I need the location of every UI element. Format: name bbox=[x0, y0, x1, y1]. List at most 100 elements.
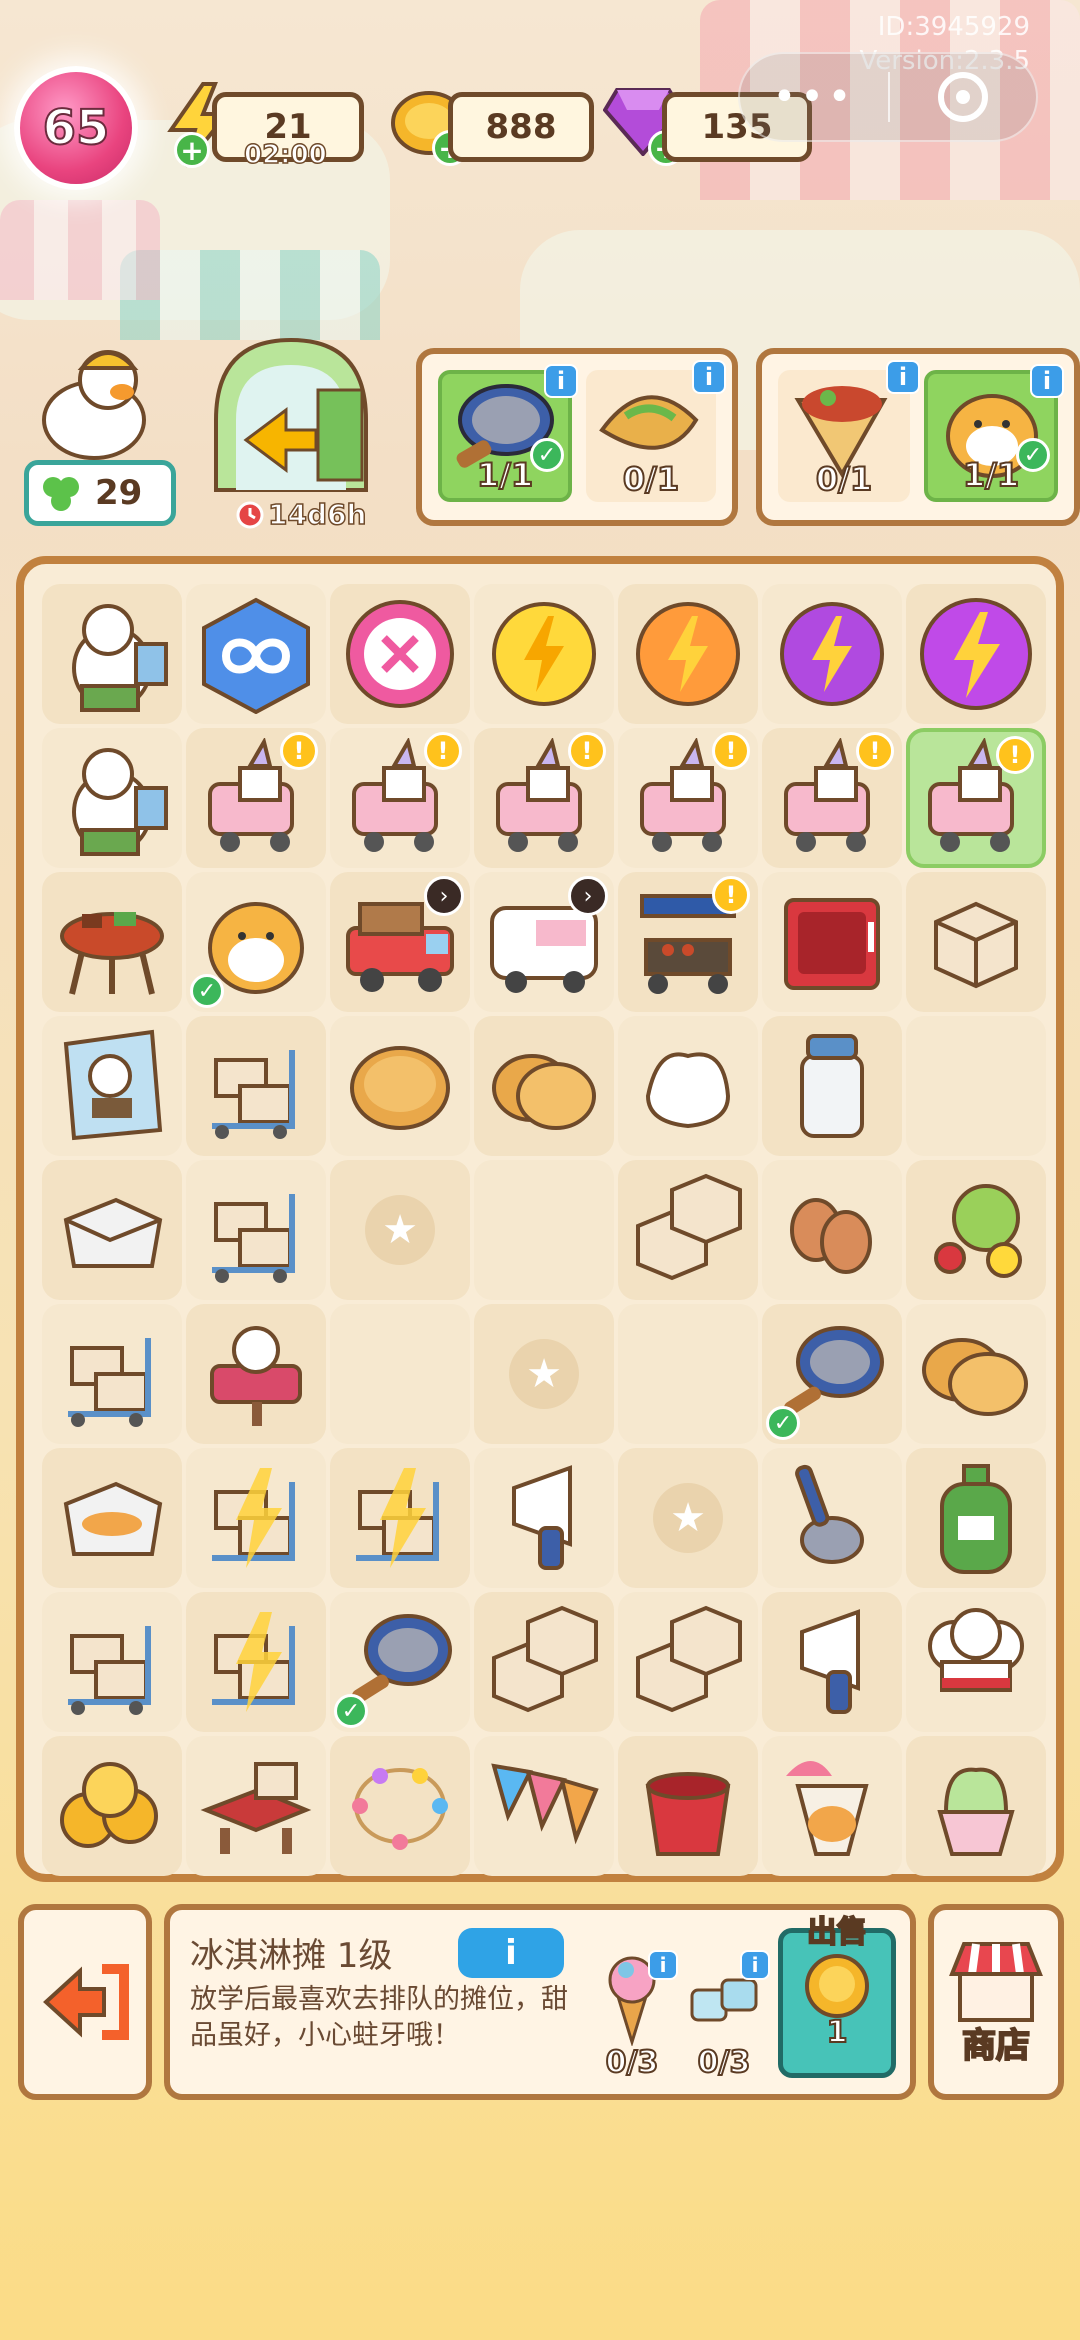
board-cell[interactable] bbox=[618, 1592, 758, 1732]
board-cell[interactable] bbox=[330, 584, 470, 724]
order-ready-check-icon: ✓ bbox=[190, 974, 224, 1008]
board-cell[interactable] bbox=[42, 1592, 182, 1732]
board-cell[interactable] bbox=[186, 1160, 326, 1300]
board-cell[interactable]: ! bbox=[762, 728, 902, 868]
board-cell[interactable] bbox=[186, 1448, 326, 1588]
order-info-button[interactable]: i bbox=[886, 360, 920, 394]
board-cell[interactable] bbox=[42, 1736, 182, 1876]
order-slot-tiger-plush[interactable]: i ✓ 1/1 bbox=[924, 364, 1064, 502]
board-cell[interactable]: › bbox=[474, 872, 614, 1012]
board-cell[interactable]: ★ bbox=[474, 1304, 614, 1444]
board-cell[interactable] bbox=[42, 1160, 182, 1300]
board-cell[interactable] bbox=[906, 1448, 1046, 1588]
board-cell[interactable] bbox=[906, 872, 1046, 1012]
board-cell[interactable] bbox=[762, 1160, 902, 1300]
fruit-pile-icon bbox=[916, 1170, 1036, 1290]
board-cell[interactable] bbox=[474, 1592, 614, 1732]
board-cell[interactable] bbox=[618, 1016, 758, 1156]
board-cell[interactable] bbox=[618, 1304, 758, 1444]
locked-star-icon: ★ bbox=[509, 1339, 579, 1409]
board-cell[interactable] bbox=[762, 1592, 902, 1732]
board-cell[interactable]: ! bbox=[618, 728, 758, 868]
board-cell[interactable] bbox=[906, 1016, 1046, 1156]
board-cell[interactable] bbox=[906, 1736, 1046, 1876]
board-cell[interactable]: ✓ bbox=[186, 872, 326, 1012]
sell-button[interactable]: 出售 1 bbox=[778, 1914, 896, 2078]
board-cell[interactable] bbox=[186, 1592, 326, 1732]
order-info-button[interactable]: i bbox=[1030, 364, 1064, 398]
board-cell[interactable]: ★ bbox=[330, 1160, 470, 1300]
requirement-ice-cream-cone[interactable]: i 0/3 bbox=[590, 1950, 678, 2081]
add-energy-button[interactable]: + bbox=[174, 132, 210, 168]
board-cell[interactable] bbox=[618, 584, 758, 724]
board-cell[interactable] bbox=[474, 1016, 614, 1156]
board-cell[interactable] bbox=[474, 584, 614, 724]
board-cell[interactable] bbox=[42, 1448, 182, 1588]
worker-count-badge[interactable]: 29 bbox=[24, 460, 176, 526]
board-cell[interactable] bbox=[906, 1160, 1046, 1300]
board-cell[interactable] bbox=[762, 584, 902, 724]
board-cell[interactable] bbox=[618, 1160, 758, 1300]
board-cell[interactable]: ! bbox=[618, 872, 758, 1012]
board-cell[interactable] bbox=[906, 1592, 1046, 1732]
shop-button[interactable]: 商店 bbox=[928, 1904, 1064, 2100]
item-description: 放学后最喜欢去排队的摊位，甜品虽好，小心蛀牙哦！ bbox=[190, 1984, 568, 2051]
board-cell[interactable] bbox=[762, 1736, 902, 1876]
exclamation-icon: ! bbox=[280, 732, 318, 770]
board-cell[interactable] bbox=[474, 1736, 614, 1876]
requirement-info-button[interactable]: i bbox=[740, 1950, 770, 1980]
close-button[interactable] bbox=[890, 72, 1036, 122]
board-cell[interactable] bbox=[186, 1736, 326, 1876]
board-cell[interactable] bbox=[762, 1448, 902, 1588]
order-panel-right[interactable]: i 0/1 i ✓ 1/1 bbox=[756, 348, 1080, 526]
order-panel-left[interactable]: i ✓ 1/1 i 0/1 bbox=[416, 348, 738, 526]
board-cell[interactable] bbox=[186, 584, 326, 724]
board-cell[interactable] bbox=[330, 1304, 470, 1444]
board-cell[interactable] bbox=[42, 584, 182, 724]
food-street-building[interactable] bbox=[206, 330, 376, 500]
item-info-panel: 冰淇淋摊 1级 i 放学后最喜欢去排队的摊位，甜品虽好，小心蛀牙哦！ i 0/3… bbox=[164, 1904, 916, 2100]
item-info-button[interactable]: i bbox=[458, 1928, 564, 1978]
board-cell[interactable] bbox=[42, 728, 182, 868]
board-cell[interactable] bbox=[474, 1160, 614, 1300]
board-cell[interactable]: ✓ bbox=[762, 1304, 902, 1444]
order-slot-pancake-wrap[interactable]: i 0/1 bbox=[586, 360, 726, 502]
board-cell[interactable] bbox=[906, 584, 1046, 724]
board-cell[interactable] bbox=[42, 1016, 182, 1156]
board-cell[interactable] bbox=[330, 1736, 470, 1876]
board-cell[interactable]: ! bbox=[906, 728, 1046, 868]
duck-worker-avatar[interactable] bbox=[30, 340, 160, 460]
order-info-button[interactable]: i bbox=[544, 364, 578, 398]
order-info-button[interactable]: i bbox=[692, 360, 726, 394]
board-cell[interactable] bbox=[186, 1304, 326, 1444]
exit-button[interactable] bbox=[18, 1904, 152, 2100]
order-slot-frying-pan[interactable]: i ✓ 1/1 bbox=[438, 364, 578, 502]
board-cell[interactable]: ! bbox=[186, 728, 326, 868]
matcha-ice-cream-icon bbox=[916, 1746, 1036, 1866]
napkin-icon bbox=[628, 1026, 748, 1146]
player-level-badge[interactable]: 65 bbox=[14, 66, 138, 190]
board-cell[interactable] bbox=[618, 1736, 758, 1876]
order-slot-burrito[interactable]: i 0/1 bbox=[778, 360, 920, 502]
board-cell[interactable]: › bbox=[330, 872, 470, 1012]
board-cell[interactable] bbox=[186, 1016, 326, 1156]
requirement-info-button[interactable]: i bbox=[648, 1950, 678, 1980]
board-cell[interactable] bbox=[42, 872, 182, 1012]
board-cell[interactable]: ! bbox=[474, 728, 614, 868]
board-cell[interactable] bbox=[474, 1448, 614, 1588]
board-cell[interactable] bbox=[330, 1016, 470, 1156]
board-cell[interactable] bbox=[906, 1304, 1046, 1444]
board-cell[interactable] bbox=[762, 1016, 902, 1156]
board-cell[interactable]: ★ bbox=[618, 1448, 758, 1588]
requirement-ice-cubes[interactable]: i 0/3 bbox=[682, 1950, 770, 2081]
board-cell[interactable] bbox=[762, 872, 902, 1012]
board-cell[interactable] bbox=[42, 1304, 182, 1444]
cocktail-icon bbox=[772, 1746, 892, 1866]
picnic-table-icon bbox=[196, 1746, 316, 1866]
board-cell[interactable]: ✓ bbox=[330, 1592, 470, 1732]
more-menu-button[interactable]: ••• bbox=[740, 74, 888, 120]
megaphone-icon bbox=[484, 1458, 604, 1578]
clock-icon bbox=[236, 501, 264, 528]
board-cell[interactable] bbox=[330, 1448, 470, 1588]
board-cell[interactable]: ! bbox=[330, 728, 470, 868]
